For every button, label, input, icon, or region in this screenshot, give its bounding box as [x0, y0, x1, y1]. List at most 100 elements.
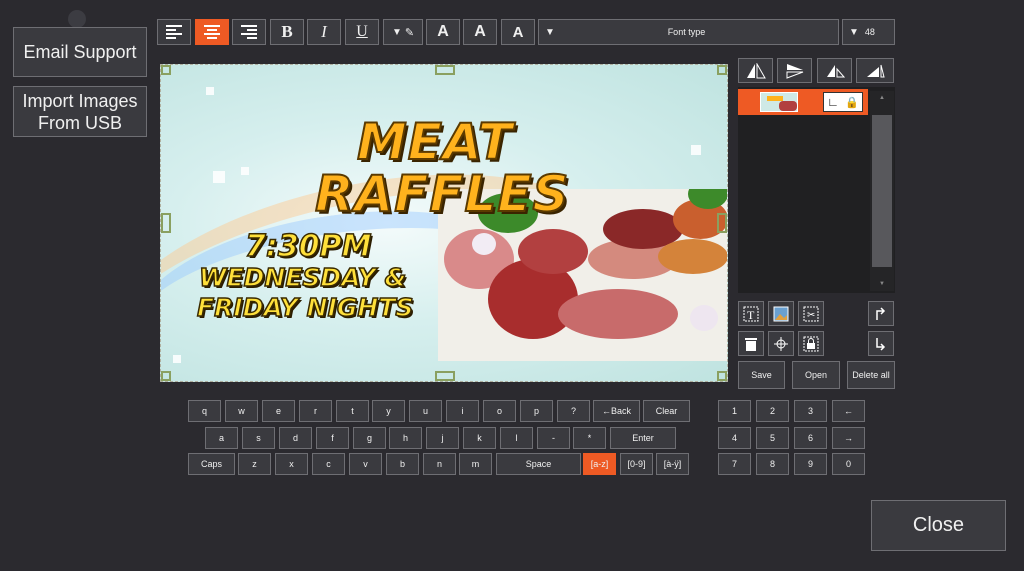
chevron-down-icon: ▼ [545, 26, 555, 38]
resize-handle[interactable] [161, 371, 171, 381]
key-v[interactable]: v [349, 453, 382, 475]
key-back[interactable]: ←Back [593, 400, 640, 422]
scroll-up-icon: ▲ [879, 95, 885, 101]
email-support-button[interactable]: Email Support [13, 27, 147, 77]
layer-item[interactable]: ∟ 🔒 [738, 89, 868, 115]
garlic [690, 305, 718, 331]
key-[interactable]: - [537, 427, 570, 449]
design-canvas[interactable]: MEAT RAFFLES 7:30PM WEDNESDAY & FRIDAY N… [160, 64, 728, 382]
resize-handle[interactable] [717, 65, 727, 75]
key-y[interactable]: y [372, 400, 405, 422]
text-style-button-1[interactable]: A [426, 19, 460, 45]
key-t[interactable]: t [336, 400, 369, 422]
underline-button[interactable]: U [345, 19, 379, 45]
text-style-button-3[interactable]: A [501, 19, 535, 45]
key-[interactable]: → [832, 427, 865, 449]
scroll-thumb[interactable] [872, 115, 892, 267]
key-2[interactable]: 2 [756, 400, 789, 422]
key-4[interactable]: 4 [718, 427, 751, 449]
key-x[interactable]: x [275, 453, 308, 475]
resize-handle[interactable] [161, 213, 171, 233]
key-clear[interactable]: Clear [643, 400, 690, 422]
key-d[interactable]: d [279, 427, 312, 449]
key-enter[interactable]: Enter [610, 427, 676, 449]
key-[interactable]: ← [832, 400, 865, 422]
import-images-button[interactable]: Import Images From USB [13, 86, 147, 137]
move-button[interactable] [768, 331, 794, 356]
align-left-button[interactable] [157, 19, 191, 45]
delete-all-button[interactable]: Delete all [847, 361, 895, 389]
key-az[interactable]: [a-z] [583, 453, 616, 475]
key-[interactable]: [à-ÿ] [656, 453, 689, 475]
layer-thumbnail [760, 92, 798, 112]
key-e[interactable]: e [262, 400, 295, 422]
lock-layer-button[interactable] [798, 331, 824, 356]
key-6[interactable]: 6 [794, 427, 827, 449]
key-3[interactable]: 3 [794, 400, 827, 422]
key-l[interactable]: l [500, 427, 533, 449]
key-7[interactable]: 7 [718, 453, 751, 475]
italic-button[interactable]: I [307, 19, 341, 45]
key-9[interactable]: 9 [794, 453, 827, 475]
key-o[interactable]: o [483, 400, 516, 422]
key-[interactable]: * [573, 427, 606, 449]
key-caps[interactable]: Caps [188, 453, 235, 475]
key-space[interactable]: Space [496, 453, 581, 475]
resize-handle[interactable] [435, 65, 455, 75]
key-h[interactable]: h [389, 427, 422, 449]
skew-right-button[interactable] [856, 58, 894, 83]
open-button[interactable]: Open [792, 361, 840, 389]
layer-lock-toggle[interactable]: ∟ 🔒 [823, 92, 863, 112]
key-r[interactable]: r [299, 400, 332, 422]
key-1[interactable]: 1 [718, 400, 751, 422]
bold-button[interactable]: B [270, 19, 304, 45]
key-w[interactable]: w [225, 400, 258, 422]
flip-vertical-button[interactable] [777, 58, 812, 83]
skew-left-button[interactable] [817, 58, 852, 83]
resize-handle[interactable] [161, 65, 171, 75]
align-center-icon [204, 25, 220, 39]
key-j[interactable]: j [426, 427, 459, 449]
key-b[interactable]: b [386, 453, 419, 475]
layer-up-button[interactable] [868, 301, 894, 326]
align-center-button[interactable] [195, 19, 229, 45]
key-z[interactable]: z [238, 453, 271, 475]
arrow-down-right-icon [876, 337, 886, 351]
color-dropdown-button[interactable]: ▼ ✎ [383, 19, 423, 45]
key-s[interactable]: s [242, 427, 275, 449]
key-0[interactable]: 0 [832, 453, 865, 475]
trash-icon [745, 337, 757, 351]
font-size-select[interactable]: ▼ 48 [842, 19, 895, 45]
layer-down-button[interactable] [868, 331, 894, 356]
key-k[interactable]: k [463, 427, 496, 449]
key-c[interactable]: c [312, 453, 345, 475]
delete-layer-button[interactable] [738, 331, 764, 356]
font-type-select[interactable]: ▼ Font type [538, 19, 839, 45]
resize-handle[interactable] [717, 371, 727, 381]
align-right-button[interactable] [232, 19, 266, 45]
key-m[interactable]: m [459, 453, 492, 475]
key-i[interactable]: i [446, 400, 479, 422]
text-style-button-2[interactable]: A [463, 19, 497, 45]
key-u[interactable]: u [409, 400, 442, 422]
key-5[interactable]: 5 [756, 427, 789, 449]
close-button[interactable]: Close [871, 500, 1006, 551]
key-f[interactable]: f [316, 427, 349, 449]
save-button[interactable]: Save [738, 361, 785, 389]
cut-button[interactable]: ✂ [798, 301, 824, 326]
resize-handle[interactable] [717, 213, 727, 233]
key-8[interactable]: 8 [756, 453, 789, 475]
key-[interactable]: ? [557, 400, 590, 422]
key-09[interactable]: [0-9] [620, 453, 653, 475]
decor-square [213, 171, 225, 183]
key-q[interactable]: q [188, 400, 221, 422]
key-p[interactable]: p [520, 400, 553, 422]
key-n[interactable]: n [423, 453, 456, 475]
resize-handle[interactable] [435, 371, 455, 381]
add-image-button[interactable] [768, 301, 794, 326]
key-a[interactable]: a [205, 427, 238, 449]
flip-horizontal-button[interactable] [738, 58, 773, 83]
key-g[interactable]: g [353, 427, 386, 449]
flip-vertical-icon [786, 63, 803, 79]
add-text-button[interactable]: T [738, 301, 764, 326]
